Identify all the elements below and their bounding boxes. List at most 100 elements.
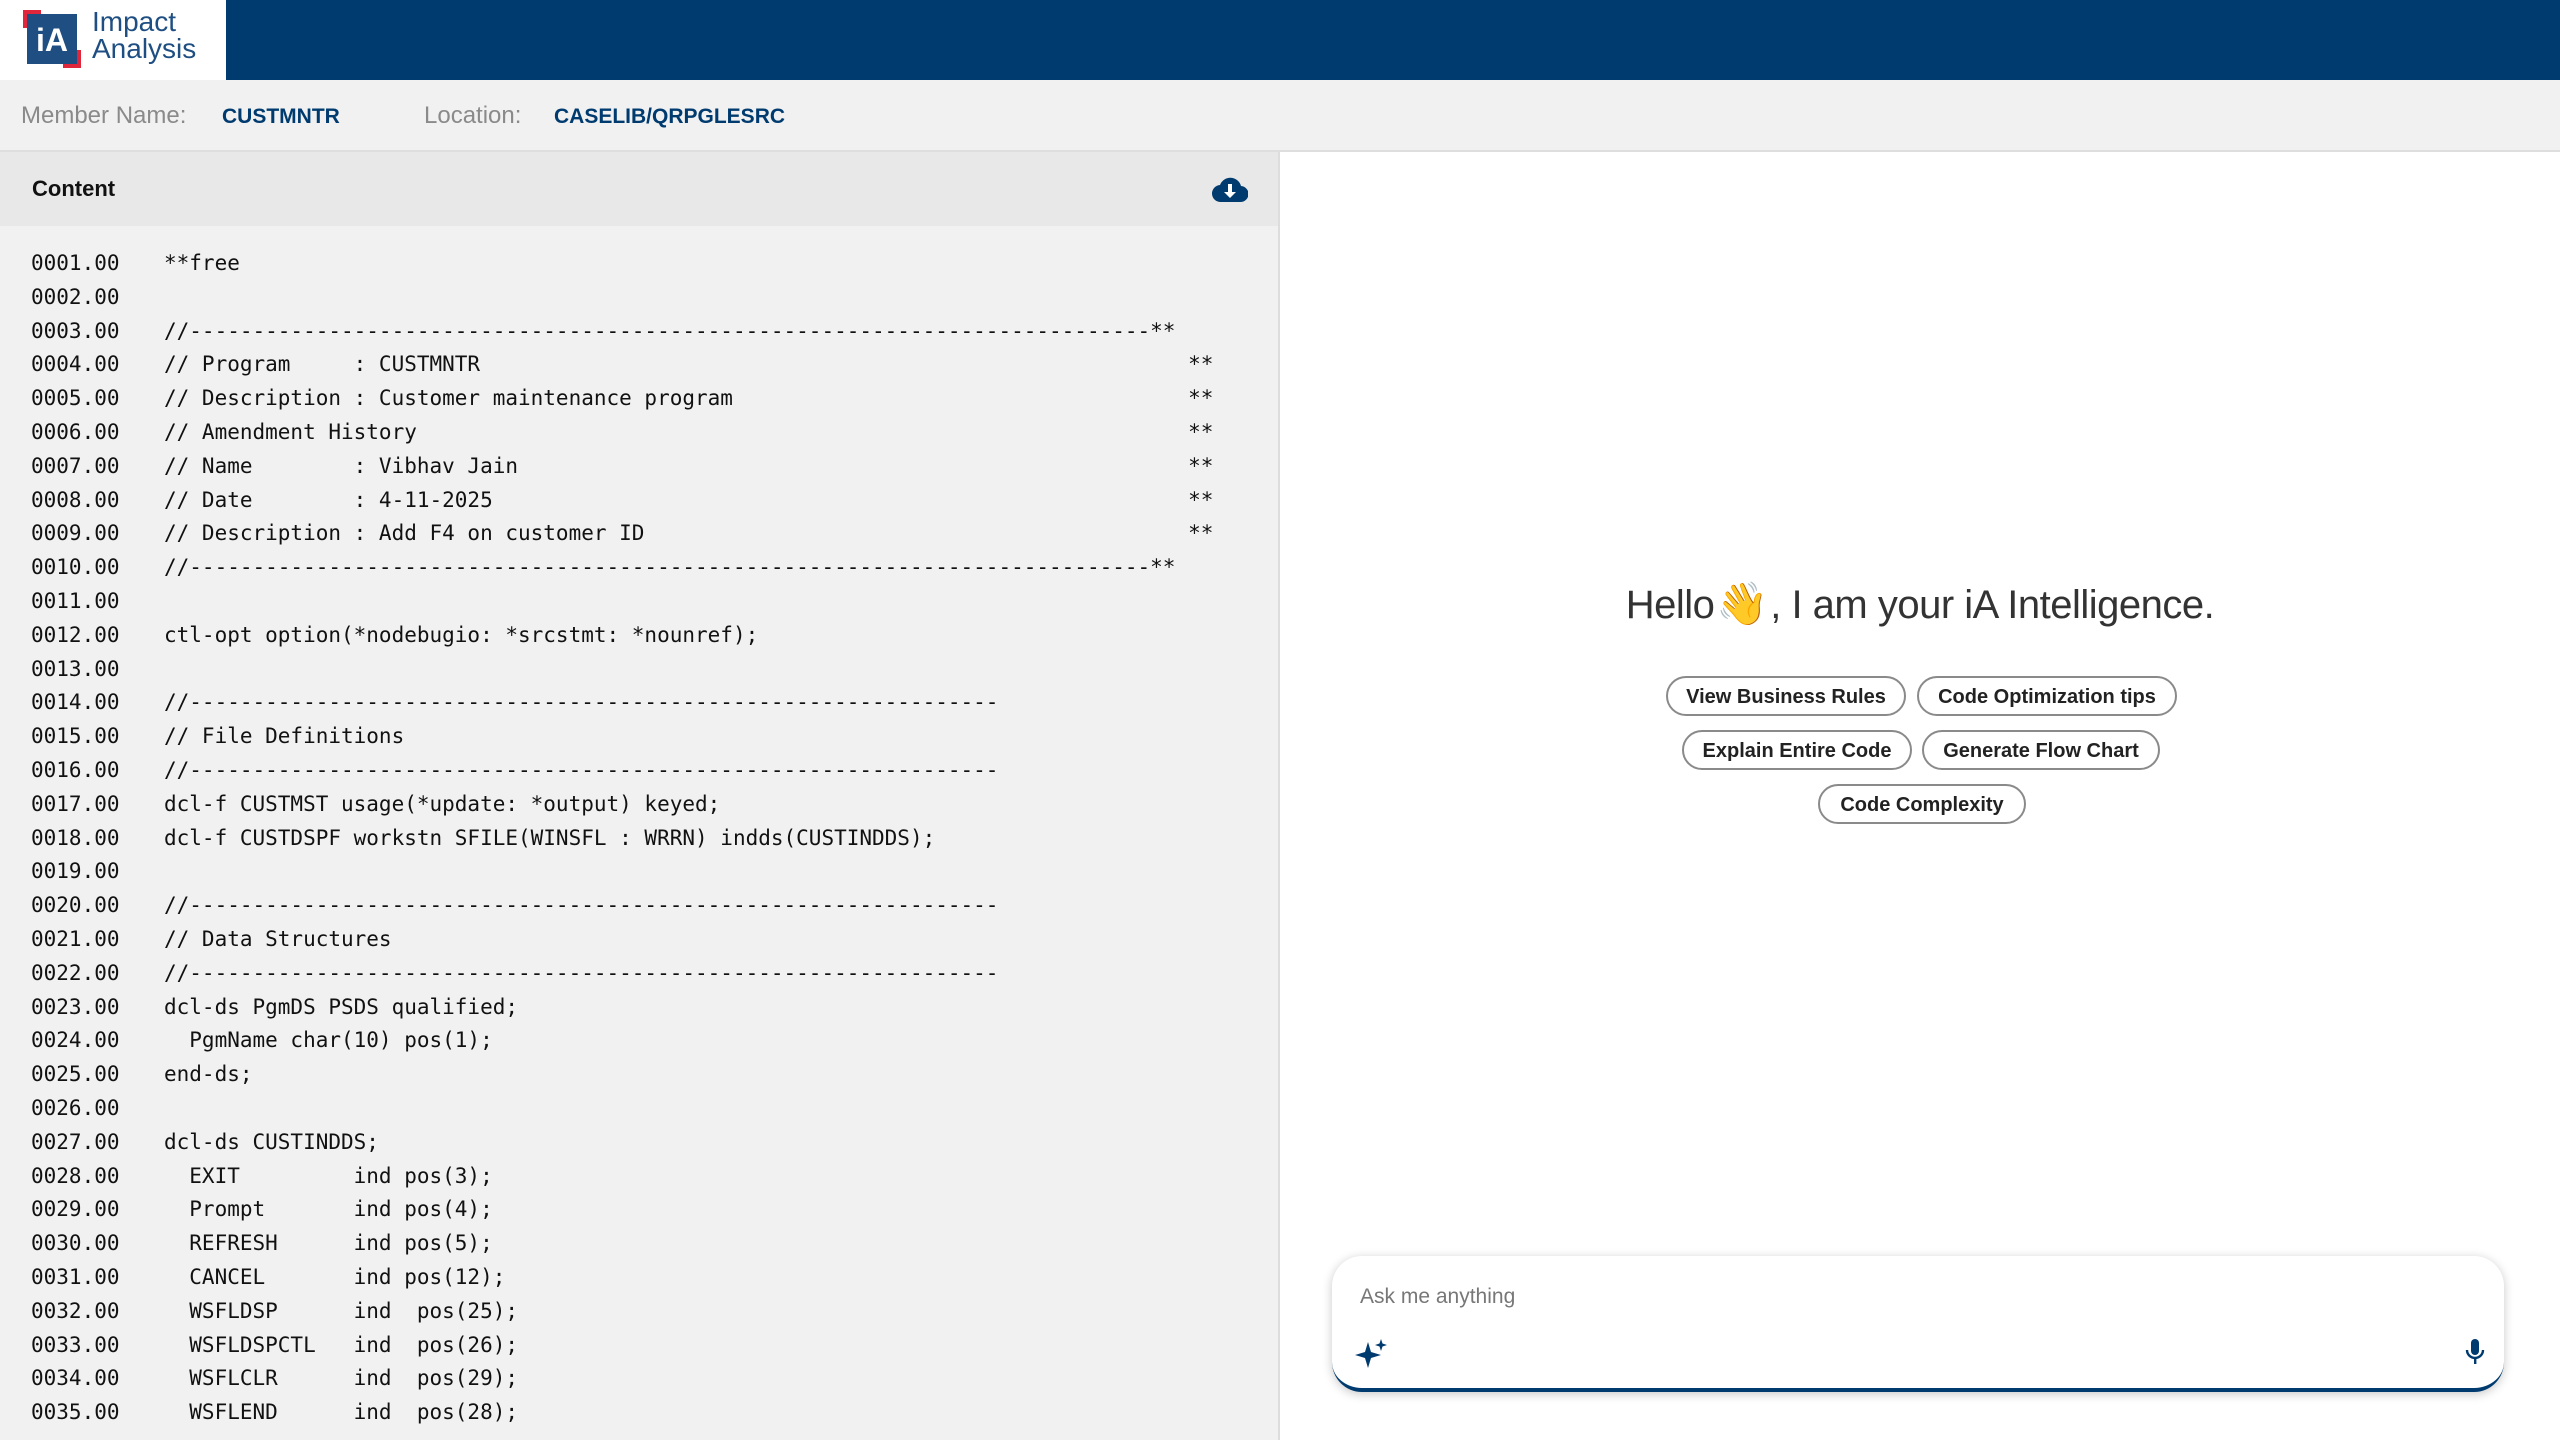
code-line-text: dcl-f CUSTDSPF workstn SFILE(WINSFL : WR… [164,825,936,850]
assistant-greeting: Hello👋, I am your iA Intelligence. [1280,580,2560,629]
code-line-number: 0004.00 [31,352,120,377]
app-logo[interactable]: iA Impact Analysis [0,0,226,80]
code-line-text: //--------------------------------------… [164,893,999,918]
code-line: 0025.00 end-ds; [0,1059,1278,1093]
code-line-number: 0030.00 [31,1231,120,1256]
member-name-value: CUSTMNTR [222,105,340,128]
code-line-text: // Program : CUSTMNTR ** [164,352,1214,377]
code-line: 0021.00 // Data Structures [0,924,1278,958]
code-line: 0002.00 [0,282,1278,316]
code-line-text: // Name : Vibhav Jain ** [164,453,1214,478]
code-line: 0033.00 WSFLDSPCTL ind pos(26); [0,1330,1278,1364]
code-line-number: 0005.00 [31,386,120,411]
code-line: 0034.00 WSFLCLR ind pos(29); [0,1363,1278,1397]
code-line-number: 0006.00 [31,420,120,444]
code-line: 0032.00 WSFLDSP ind pos(25); [0,1296,1278,1330]
code-line: 0007.00 // Name : Vibhav Jain ** [0,451,1278,485]
code-line: 0029.00 Prompt ind pos(4); [0,1194,1278,1228]
code-line-number: 0031.00 [31,1265,120,1289]
code-optimization-tips-button[interactable]: Code Optimization tips [1917,676,2177,716]
code-line-text: dcl-ds CUSTINDDS; [164,1129,379,1154]
explain-entire-code-button[interactable]: Explain Entire Code [1682,730,1912,770]
code-line: 0001.00 **free [0,248,1278,282]
chat-input[interactable] [1358,1276,2362,1318]
content-header: Content [0,152,1278,226]
code-line-text: WSFLEND ind pos(28); [164,1400,519,1425]
code-line: 0006.00 // Amendment History ** [0,417,1278,451]
code-line-text: //--------------------------------------… [164,960,999,985]
code-line-number: 0012.00 [31,622,120,647]
code-line-text: **free [164,251,240,275]
svg-text:iA: iA [36,22,68,58]
code-line: 0016.00 //-------------------------------… [0,755,1278,789]
top-header-bar: iA Impact Analysis [0,0,2560,80]
code-line-text: WSFLDSP ind pos(25); [164,1298,519,1323]
code-line-text: // Description : Customer maintenance pr… [164,386,1214,411]
code-line-text: dcl-f CUSTMST usage(*update: *output) ke… [164,791,721,816]
code-line-text: REFRESH ind pos(5); [164,1231,493,1256]
member-info-bar: Member Name: CUSTMNTR Location: CASELIB/… [0,80,2560,152]
code-line-number: 0018.00 [31,825,120,850]
code-line: 0011.00 [0,586,1278,620]
code-line: 0014.00 //-------------------------------… [0,687,1278,721]
content-panel: Content 0001.00 **free 0002.00 0003.00 //---… [0,152,1280,1440]
member-name-label: Member Name: [21,102,187,129]
code-viewer[interactable]: 0001.00 **free 0002.00 0003.00 //-----------… [0,248,1278,1440]
code-line-number: 0019.00 [31,859,120,884]
code-line-number: 0009.00 [31,521,120,546]
code-line-text: //--------------------------------------… [164,318,1176,343]
code-line: 0018.00 dcl-f CUSTDSPF workstn SFILE(WINS… [0,823,1278,857]
code-line-text: WSFLCLR ind pos(29); [164,1366,519,1391]
code-line-text: //--------------------------------------… [164,555,1176,580]
generate-flow-chart-button[interactable]: Generate Flow Chart [1922,730,2160,770]
code-line-text: CANCEL ind pos(12); [164,1265,506,1289]
code-line-number: 0001.00 [31,251,120,275]
code-line-number: 0013.00 [31,656,120,681]
code-line-number: 0015.00 [31,724,120,749]
chat-input-box [1332,1256,2504,1392]
code-line-number: 0021.00 [31,927,120,951]
code-line: 0031.00 CANCEL ind pos(12); [0,1262,1278,1296]
microphone-icon[interactable] [2464,1338,2486,1368]
code-line: 0020.00 //-------------------------------… [0,890,1278,924]
code-line-text: //--------------------------------------… [164,690,999,715]
code-line: 0015.00 // File Definitions [0,721,1278,755]
code-line-text: Prompt ind pos(4); [164,1197,493,1222]
assistant-panel: Hello👋, I am your iA Intelligence. View … [1280,152,2560,1440]
waving-hand-icon: 👋 [1716,580,1769,627]
code-line: 0023.00 dcl-ds PgmDS PSDS qualified; [0,992,1278,1026]
logo-line-2: Analysis [92,33,197,64]
cloud-download-icon[interactable] [1212,177,1248,203]
code-line: 0005.00 // Description : Customer mainten… [0,383,1278,417]
code-line: 0030.00 REFRESH ind pos(5); [0,1228,1278,1262]
code-line-text: ctl-opt option(*nodebugio: *srcstmt: *no… [164,622,759,647]
code-line-number: 0023.00 [31,994,120,1019]
code-line-text: // Amendment History ** [164,420,1214,444]
location-label: Location: [424,102,522,129]
code-complexity-button[interactable]: Code Complexity [1818,784,2026,824]
code-line-number: 0003.00 [31,318,120,343]
code-line: 0028.00 EXIT ind pos(3); [0,1161,1278,1195]
code-line-text: // Date : 4-11-2025 ** [164,487,1214,512]
code-line-text: // File Definitions [164,724,405,749]
code-line-number: 0020.00 [31,893,120,918]
code-line-number: 0016.00 [31,758,120,782]
code-line-text: end-ds; [164,1062,253,1087]
sparkle-icon[interactable] [1354,1338,1388,1372]
code-line: 0019.00 [0,856,1278,890]
view-business-rules-button[interactable]: View Business Rules [1666,676,1906,716]
code-line-text: // Data Structures [164,927,392,951]
code-line-number: 0029.00 [31,1197,120,1222]
code-line: 0022.00 //-------------------------------… [0,958,1278,992]
code-line: 0013.00 [0,654,1278,688]
code-line: 0027.00 dcl-ds CUSTINDDS; [0,1127,1278,1161]
greeting-intro: , I am your iA Intelligence. [1770,583,2215,627]
code-line: 0009.00 // Description : Add F4 on custom… [0,518,1278,552]
location-value: CASELIB/QRPGLESRC [554,105,786,128]
code-line-number: 0026.00 [31,1096,120,1120]
code-line-number: 0027.00 [31,1129,120,1154]
code-line-number: 0033.00 [31,1332,120,1357]
logo-line-1: Impact [92,6,177,37]
greeting-hello: Hello [1625,583,1715,627]
code-line-number: 0010.00 [31,555,120,580]
